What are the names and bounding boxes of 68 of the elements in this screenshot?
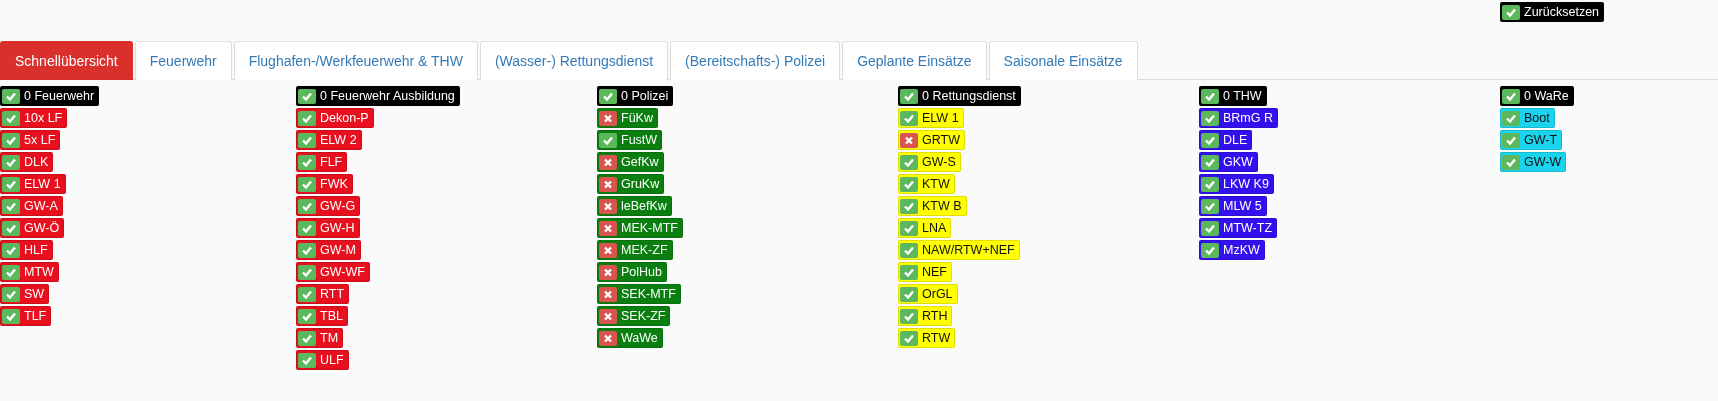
vehicle-toggle[interactable]: RTH <box>898 306 953 326</box>
vehicle-toggle[interactable]: RTW <box>898 328 956 348</box>
group-toggle[interactable]: 0 WaRe <box>1500 86 1574 106</box>
vehicle-toggle[interactable]: FustW <box>597 130 663 150</box>
vehicle-toggle[interactable]: SEK-ZF <box>597 306 671 326</box>
tab[interactable]: Saisonale Einsätze <box>988 41 1138 80</box>
reset-button[interactable]: Zurücksetzen <box>1500 2 1605 22</box>
vehicle-toggle[interactable]: WaWe <box>597 328 663 348</box>
tab[interactable]: Flughafen-/Werkfeuerwehr & THW <box>233 41 478 80</box>
vehicle-toggle[interactable]: TM <box>296 328 344 348</box>
vehicle-toggle[interactable]: GW-S <box>898 152 961 172</box>
tab[interactable]: Geplante Einsätze <box>842 41 987 80</box>
vehicle-toggle[interactable]: MTW <box>0 262 59 282</box>
vehicle-toggle[interactable]: MzKW <box>1199 240 1265 260</box>
vehicle-toggle[interactable]: SW <box>0 284 50 304</box>
vehicle-toggle[interactable]: 5x LF <box>0 130 61 150</box>
vehicle-toggle[interactable]: KTW B <box>898 196 967 216</box>
vehicle-toggle[interactable]: DLK <box>0 152 54 172</box>
vehicle-toggle[interactable]: ELW 2 <box>296 130 362 150</box>
group-toggle[interactable]: 0 Polizei <box>597 86 674 106</box>
vehicle-toggle[interactable]: ULF <box>296 350 349 370</box>
vehicle-toggle[interactable]: ELW 1 <box>898 108 964 128</box>
vehicle-toggle[interactable]: OrGL <box>898 284 958 304</box>
tab[interactable]: Schnellübersicht <box>0 41 133 80</box>
tab[interactable]: (Bereitschafts-) Polizei <box>670 41 841 80</box>
vehicle-toggle[interactable]: KTW <box>898 174 955 194</box>
group-toggle[interactable]: 0 THW <box>1199 86 1267 106</box>
vehicle-toggle[interactable]: NAW/RTW+NEF <box>898 240 1020 260</box>
vehicle-toggle[interactable]: DLE <box>1199 130 1253 150</box>
vehicle-toggle[interactable]: LKW K9 <box>1199 174 1274 194</box>
vehicle-toggle[interactable]: MEK-ZF <box>597 240 673 260</box>
vehicle-toggle[interactable]: GW-A <box>0 196 63 216</box>
vehicle-toggle[interactable]: FLF <box>296 152 348 172</box>
vehicle-toggle[interactable]: NEF <box>898 262 952 282</box>
group-toggle[interactable]: 0 Feuerwehr <box>0 86 100 106</box>
vehicle-toggle[interactable]: GruKw <box>597 174 665 194</box>
vehicle-toggle[interactable]: MTW-TZ <box>1199 218 1278 238</box>
vehicle-toggle[interactable]: GKW <box>1199 152 1258 172</box>
vehicle-toggle[interactable]: GW-W <box>1500 152 1567 172</box>
vehicle-toggle[interactable]: GW-Ö <box>0 218 65 238</box>
vehicle-toggle[interactable]: PolHub <box>597 262 667 282</box>
vehicle-toggle[interactable]: GW-WF <box>296 262 370 282</box>
vehicle-toggle[interactable]: ELW 1 <box>0 174 66 194</box>
vehicle-toggle[interactable]: FWK <box>296 174 353 194</box>
vehicle-toggle[interactable]: 10x LF <box>0 108 68 128</box>
vehicle-toggle[interactable]: GefKw <box>597 152 664 172</box>
vehicle-toggle[interactable]: TLF <box>0 306 52 326</box>
vehicle-toggle[interactable]: TBL <box>296 306 348 326</box>
vehicle-toggle[interactable]: GW-T <box>1500 130 1563 150</box>
vehicle-toggle[interactable]: Boot <box>1500 108 1555 128</box>
vehicle-toggle[interactable]: BRmG R <box>1199 108 1278 128</box>
vehicle-toggle[interactable]: leBefKw <box>597 196 672 216</box>
vehicle-toggle[interactable]: LNA <box>898 218 952 238</box>
tab[interactable]: Feuerwehr <box>134 41 232 80</box>
vehicle-toggle[interactable]: FüKw <box>597 108 658 128</box>
vehicle-toggle[interactable]: GRTW <box>898 130 965 150</box>
group-toggle[interactable]: 0 Rettungsdienst <box>898 86 1021 106</box>
vehicle-toggle[interactable]: GW-M <box>296 240 361 260</box>
vehicle-toggle[interactable]: Dekon-P <box>296 108 374 128</box>
vehicle-toggle[interactable]: GW-G <box>296 196 361 216</box>
vehicle-toggle[interactable]: RTT <box>296 284 350 304</box>
vehicle-toggle[interactable]: MLW 5 <box>1199 196 1267 216</box>
vehicle-toggle[interactable]: GW-H <box>296 218 360 238</box>
vehicle-toggle[interactable]: MEK-MTF <box>597 218 683 238</box>
group-toggle[interactable]: 0 Feuerwehr Ausbildung <box>296 86 460 106</box>
vehicle-toggle[interactable]: SEK-MTF <box>597 284 681 304</box>
tab[interactable]: (Wasser-) Rettungsdienst <box>479 41 669 80</box>
vehicle-toggle[interactable]: HLF <box>0 240 53 260</box>
